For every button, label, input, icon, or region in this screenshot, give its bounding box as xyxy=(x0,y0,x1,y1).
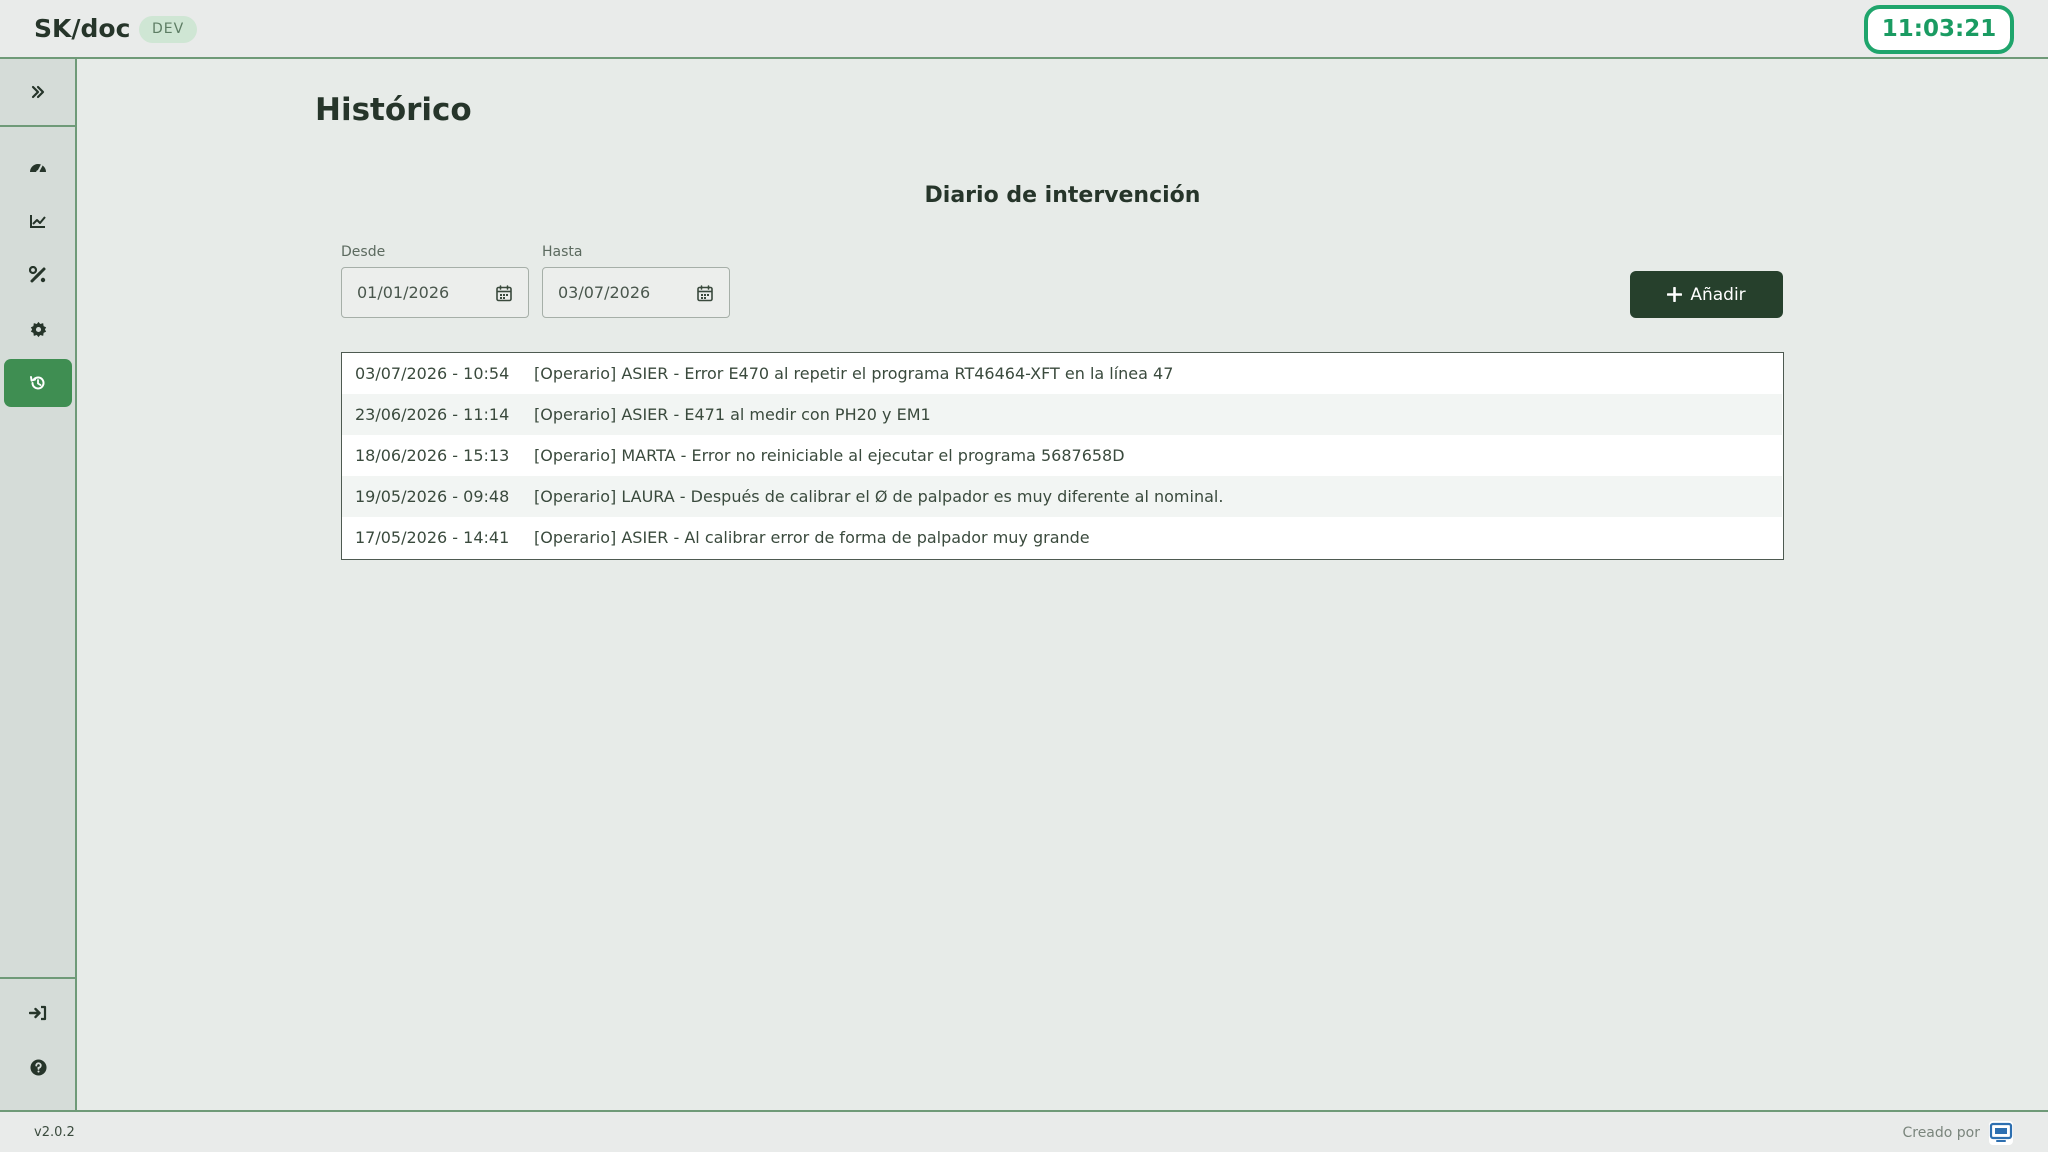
app-header: SK/doc DEV 11:03:21 xyxy=(0,0,2048,59)
app-brand: SK/doc xyxy=(34,14,131,43)
sidebar-item-settings[interactable] xyxy=(4,305,72,353)
log-row[interactable]: 23/06/2026 - 11:14 [Operario] ASIER - E4… xyxy=(342,394,1782,435)
tools-icon xyxy=(29,266,46,283)
history-icon xyxy=(30,376,45,390)
to-date-label: Hasta xyxy=(542,244,583,260)
credit-label: Creado por xyxy=(1902,1125,1980,1141)
double-chevron-right-icon xyxy=(31,85,44,99)
intervention-log-table: 03/07/2026 - 10:54 [Operario] ASIER - Er… xyxy=(341,352,1784,560)
log-row[interactable]: 03/07/2026 - 10:54 [Operario] ASIER - Er… xyxy=(342,353,1782,394)
to-date-value: 03/07/2026 xyxy=(558,283,651,302)
sidebar-item-dashboard[interactable] xyxy=(4,143,72,191)
log-date: 23/06/2026 - 11:14 xyxy=(355,405,510,424)
sidebar-item-help[interactable] xyxy=(4,1043,72,1091)
sidebar-item-login[interactable] xyxy=(4,989,72,1037)
log-row[interactable]: 17/05/2026 - 14:41 [Operario] ASIER - Al… xyxy=(342,517,1782,558)
sidebar-item-tools[interactable] xyxy=(4,251,72,299)
sidebar-separator xyxy=(0,977,75,979)
calendar-icon[interactable] xyxy=(496,285,512,302)
gear-icon xyxy=(30,321,46,337)
from-date-field[interactable]: 01/01/2026 xyxy=(341,267,529,318)
log-text: [Operario] LAURA - Después de calibrar e… xyxy=(534,487,1224,506)
sidebar-item-history[interactable] xyxy=(4,359,72,407)
log-row[interactable]: 19/05/2026 - 09:48 [Operario] LAURA - De… xyxy=(342,476,1782,517)
add-button-label: Añadir xyxy=(1690,284,1746,305)
to-date-field[interactable]: 03/07/2026 xyxy=(542,267,730,318)
from-date-label: Desde xyxy=(341,244,386,260)
login-icon xyxy=(29,1005,47,1021)
page-title: Histórico xyxy=(315,92,472,128)
from-date-value: 01/01/2026 xyxy=(357,283,450,302)
plus-icon xyxy=(1667,287,1683,302)
log-date: 17/05/2026 - 14:41 xyxy=(355,528,510,547)
log-date: 19/05/2026 - 09:48 xyxy=(355,487,510,506)
section-title: Diario de intervención xyxy=(924,183,1201,208)
log-text: [Operario] MARTA - Error no reiniciable … xyxy=(534,446,1125,465)
sidebar-item-charts[interactable] xyxy=(4,197,72,245)
log-text: [Operario] ASIER - E471 al medir con PH2… xyxy=(534,405,931,424)
log-text: [Operario] ASIER - Error E470 al repetir… xyxy=(534,364,1174,383)
help-icon xyxy=(29,1058,47,1076)
log-date: 18/06/2026 - 15:13 xyxy=(355,446,510,465)
environment-badge: DEV xyxy=(139,16,198,43)
add-entry-button[interactable]: Añadir xyxy=(1630,271,1783,318)
clock-display: 11:03:21 xyxy=(1864,5,2014,54)
sidebar-toggle-button[interactable] xyxy=(0,59,75,127)
calendar-icon[interactable] xyxy=(697,285,713,302)
version-label: v2.0.2 xyxy=(34,1125,75,1140)
dashboard-gauge-icon xyxy=(30,164,46,174)
log-text: [Operario] ASIER - Al calibrar error de … xyxy=(534,528,1090,547)
company-logo-icon[interactable] xyxy=(1988,1120,2014,1146)
app-footer: v2.0.2 Creado por xyxy=(0,1110,2048,1152)
sidebar xyxy=(0,59,77,1110)
log-row[interactable]: 18/06/2026 - 15:13 [Operario] MARTA - Er… xyxy=(342,435,1782,476)
line-chart-icon xyxy=(30,215,46,228)
log-date: 03/07/2026 - 10:54 xyxy=(355,364,510,383)
